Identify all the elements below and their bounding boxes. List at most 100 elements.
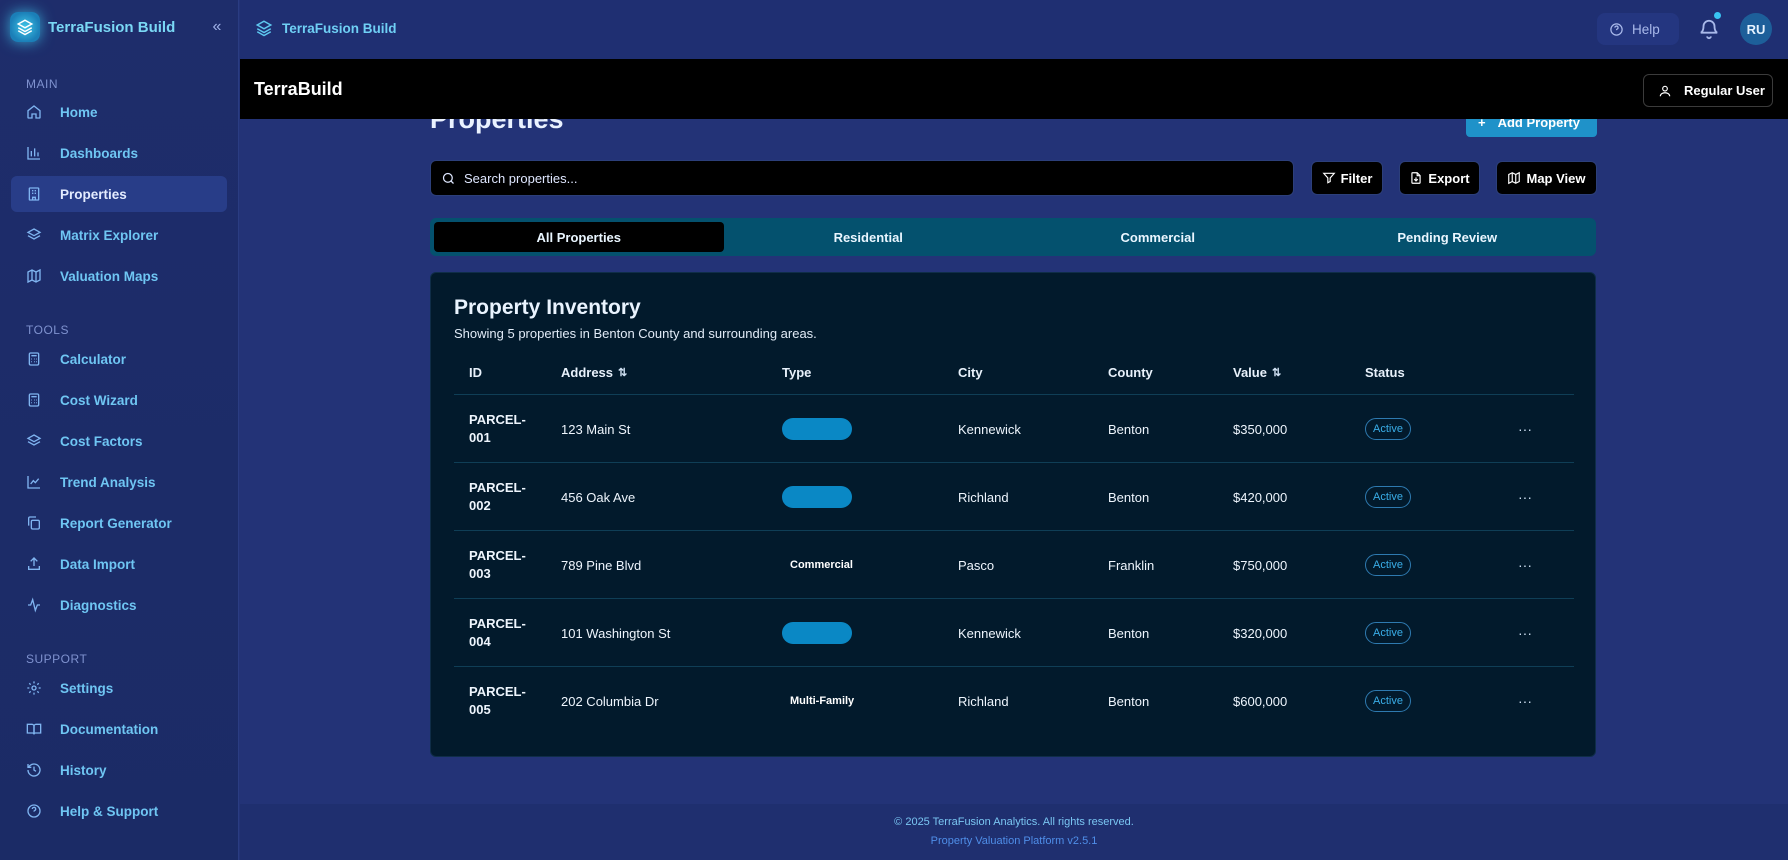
card-title: Property Inventory — [454, 296, 641, 319]
sidebar-item-trend-analysis[interactable]: Trend Analysis — [11, 464, 227, 500]
more-actions-icon[interactable]: ··· — [1515, 667, 1535, 735]
top-header: TerraFusion Build Help RU — [240, 0, 1788, 59]
type-badge — [782, 418, 852, 440]
column-header-id[interactable]: ID — [469, 365, 482, 380]
map-icon — [27, 268, 41, 284]
sidebar-item-data-import[interactable]: Data Import — [11, 546, 227, 582]
cell-address: 202 Columbia Dr — [561, 693, 659, 709]
column-header-label: Status — [1365, 365, 1405, 380]
footer-copyright: © 2025 TerraFusion Analytics. All rights… — [894, 816, 1134, 828]
tab-all-properties[interactable]: All Properties — [434, 222, 724, 252]
app-bar: TerraBuild Regular User — [240, 59, 1788, 119]
type-label: Multi-Family — [790, 695, 855, 707]
map-view-button[interactable]: Map View — [1496, 161, 1597, 195]
cell-type — [782, 599, 852, 667]
table-row[interactable]: PARCEL-005 202 Columbia Dr Multi-Family … — [454, 667, 1574, 735]
cell-id: PARCEL-001 — [469, 412, 526, 445]
book-icon — [26, 723, 42, 735]
search-box[interactable] — [430, 160, 1294, 196]
column-header-label: Type — [782, 365, 812, 380]
filter-button[interactable]: Filter — [1311, 161, 1383, 195]
tab-residential[interactable]: Residential — [724, 222, 1014, 252]
sidebar-item-cost-factors[interactable]: Cost Factors — [11, 423, 227, 459]
cell-status: Active — [1365, 395, 1411, 463]
home-icon — [27, 105, 41, 119]
status-badge: Active — [1365, 486, 1411, 508]
sidebar-item-properties[interactable]: Properties — [11, 176, 227, 212]
sidebar-item-valuation-maps[interactable]: Valuation Maps — [11, 258, 227, 294]
map-icon — [1508, 171, 1521, 185]
tab-pending-review[interactable]: Pending Review — [1303, 222, 1593, 252]
sidebar-item-dashboards[interactable]: Dashboards — [11, 135, 227, 171]
footer-version: Property Valuation Platform v2.5.1 — [930, 835, 1098, 847]
more-actions-icon[interactable]: ··· — [1515, 599, 1535, 667]
sidebar-item-label: Trend Analysis — [60, 474, 156, 490]
header-brand-name: TerraFusion Build — [282, 20, 397, 36]
help-circle-icon — [1610, 22, 1623, 36]
sidebar-item-diagnostics[interactable]: Diagnostics — [11, 587, 227, 623]
sidebar-item-calculator[interactable]: Calculator — [11, 341, 227, 377]
header-brand[interactable]: TerraFusion Build — [255, 19, 397, 37]
cell-address: 123 Main St — [561, 421, 631, 437]
sidebar-brand[interactable]: TerraFusion Build « — [10, 10, 230, 44]
column-header-city[interactable]: City — [958, 365, 983, 380]
sidebar-item-label: Diagnostics — [60, 597, 137, 613]
sidebar-item-help-support[interactable]: Help & Support — [11, 793, 227, 829]
filter-label: Filter — [1340, 170, 1373, 186]
sidebar-item-label: History — [60, 762, 107, 778]
more-actions-icon[interactable]: ··· — [1515, 395, 1535, 463]
sidebar-item-history[interactable]: History — [11, 752, 227, 788]
search-input[interactable] — [464, 170, 1264, 186]
cell-county: Benton — [1108, 693, 1150, 709]
export-button[interactable]: Export — [1399, 161, 1480, 195]
cell-city: Richland — [958, 489, 1009, 505]
sidebar-item-home[interactable]: Home — [11, 94, 227, 130]
sidebar-item-label: Dashboards — [60, 145, 139, 161]
upload-icon — [28, 557, 40, 570]
calculator-icon — [28, 352, 40, 366]
sidebar-item-label: Cost Factors — [60, 433, 143, 449]
chevrons-left-icon[interactable]: « — [206, 16, 228, 38]
cell-value: $600,000 — [1233, 693, 1288, 709]
column-header-label: Value — [1233, 365, 1267, 380]
section-label-tools: TOOLS — [26, 323, 69, 337]
more-actions-icon[interactable]: ··· — [1515, 531, 1535, 599]
sidebar-item-matrix-explorer[interactable]: Matrix Explorer — [11, 217, 227, 253]
column-header-status[interactable]: Status — [1365, 365, 1405, 380]
column-header-address[interactable]: Address ⇅ — [561, 365, 627, 380]
cell-type: Commercial — [782, 531, 853, 599]
table-row[interactable]: PARCEL-003 789 Pine Blvd Commercial Pasc… — [454, 531, 1574, 599]
table-row[interactable]: PARCEL-002 456 Oak Ave Richland Benton $… — [454, 463, 1574, 531]
status-badge: Active — [1365, 690, 1411, 712]
user-menu-button[interactable]: Regular User — [1643, 74, 1773, 107]
status-badge: Active — [1365, 554, 1411, 576]
sort-icon: ⇅ — [618, 367, 628, 379]
cell-value: $750,000 — [1233, 557, 1288, 573]
table-row[interactable]: PARCEL-001 123 Main St Kennewick Benton … — [454, 395, 1574, 463]
filter-icon — [1322, 172, 1336, 184]
cell-address: 101 Washington St — [561, 625, 671, 641]
status-badge: Active — [1365, 418, 1411, 440]
cell-type — [782, 463, 852, 531]
column-header-value[interactable]: Value ⇅ — [1233, 365, 1281, 380]
column-header-type[interactable]: Type — [782, 365, 811, 380]
cell-city: Pasco — [958, 557, 995, 573]
sidebar-item-documentation[interactable]: Documentation — [11, 711, 227, 747]
type-label: Commercial — [790, 559, 853, 571]
help-button-label: Help — [1632, 21, 1660, 37]
more-actions-icon[interactable]: ··· — [1515, 463, 1535, 531]
sidebar: TerraFusion Build « MAIN Home Dashboards… — [0, 0, 239, 860]
tab-commercial[interactable]: Commercial — [1013, 222, 1303, 252]
avatar[interactable]: RU — [1740, 13, 1772, 45]
column-header-county[interactable]: County — [1108, 365, 1153, 380]
card-subtitle: Showing 5 properties in Benton County an… — [454, 326, 817, 341]
column-header-label: City — [958, 365, 983, 380]
calculator-icon — [28, 393, 40, 407]
sidebar-item-report-generator[interactable]: Report Generator — [11, 505, 227, 541]
sidebar-item-settings[interactable]: Settings — [11, 670, 227, 706]
table-row[interactable]: PARCEL-004 101 Washington St Kennewick B… — [454, 599, 1574, 667]
help-button[interactable]: Help — [1597, 13, 1679, 45]
sidebar-item-cost-wizard[interactable]: Cost Wizard — [11, 382, 227, 418]
cell-status: Active — [1365, 531, 1411, 599]
bell-icon[interactable] — [1698, 18, 1720, 40]
